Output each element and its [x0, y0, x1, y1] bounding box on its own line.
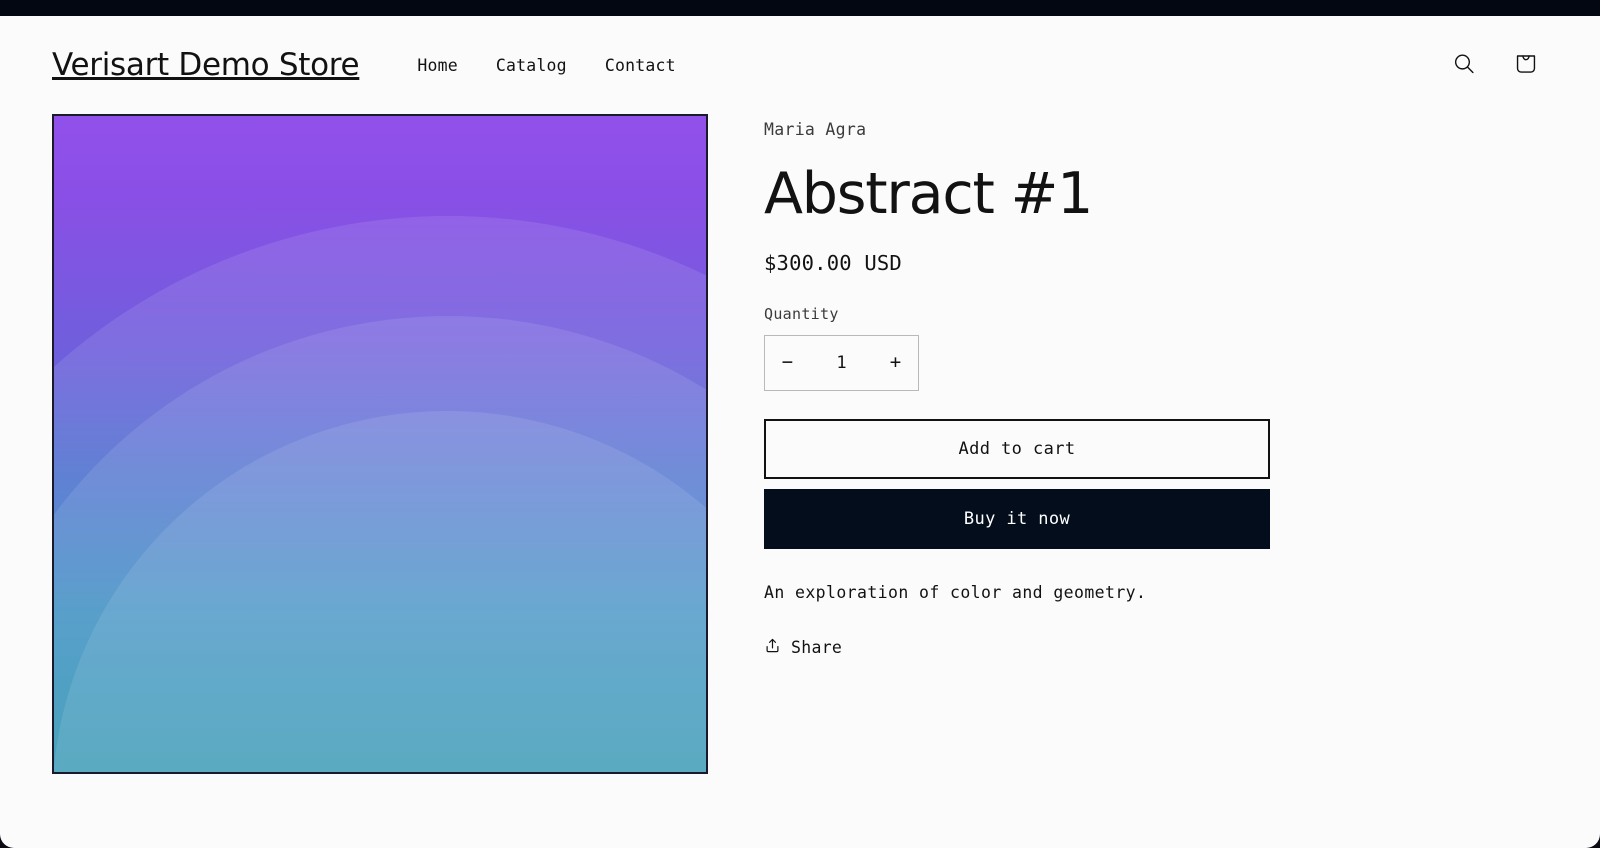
- quantity-decrease-button[interactable]: −: [765, 336, 810, 390]
- share-label: Share: [791, 637, 843, 657]
- product-info-column: Maria Agra Abstract #1 $300.00 USD Quant…: [764, 114, 1270, 658]
- product-image[interactable]: [52, 114, 708, 774]
- main-navigation: Home Catalog Contact: [403, 47, 689, 84]
- search-icon: [1451, 51, 1477, 80]
- buy-it-now-button[interactable]: Buy it now: [764, 488, 1270, 549]
- product-price: $300.00 USD: [764, 250, 902, 275]
- product-title: Abstract #1: [764, 161, 1093, 227]
- product-description: An exploration of color and geometry.: [764, 582, 1147, 602]
- header-actions: [1442, 43, 1548, 87]
- search-button[interactable]: [1442, 43, 1486, 87]
- site-header: Verisart Demo Store Home Catalog Contact: [0, 16, 1600, 114]
- quantity-label: Quantity: [764, 304, 839, 323]
- nav-link-home[interactable]: Home: [403, 47, 472, 84]
- nav-link-catalog[interactable]: Catalog: [482, 47, 581, 84]
- nav-link-contact[interactable]: Contact: [591, 47, 690, 84]
- product-page: Maria Agra Abstract #1 $300.00 USD Quant…: [0, 114, 1600, 774]
- add-to-cart-button[interactable]: Add to cart: [764, 418, 1270, 479]
- share-button[interactable]: Share: [764, 637, 842, 658]
- cart-button[interactable]: [1504, 43, 1548, 87]
- shopping-bag-icon: [1513, 51, 1539, 80]
- quantity-stepper[interactable]: − +: [764, 334, 919, 391]
- browser-chrome-bar: [0, 0, 1600, 16]
- page-surface: Verisart Demo Store Home Catalog Contact: [0, 16, 1600, 848]
- share-icon: [764, 637, 781, 658]
- browser-window: Verisart Demo Store Home Catalog Contact: [0, 0, 1600, 848]
- store-name-logo[interactable]: Verisart Demo Store: [52, 47, 360, 83]
- product-vendor: Maria Agra: [764, 120, 867, 139]
- product-media-column: [52, 114, 708, 774]
- quantity-input[interactable]: [810, 352, 873, 373]
- quantity-increase-button[interactable]: +: [873, 336, 918, 390]
